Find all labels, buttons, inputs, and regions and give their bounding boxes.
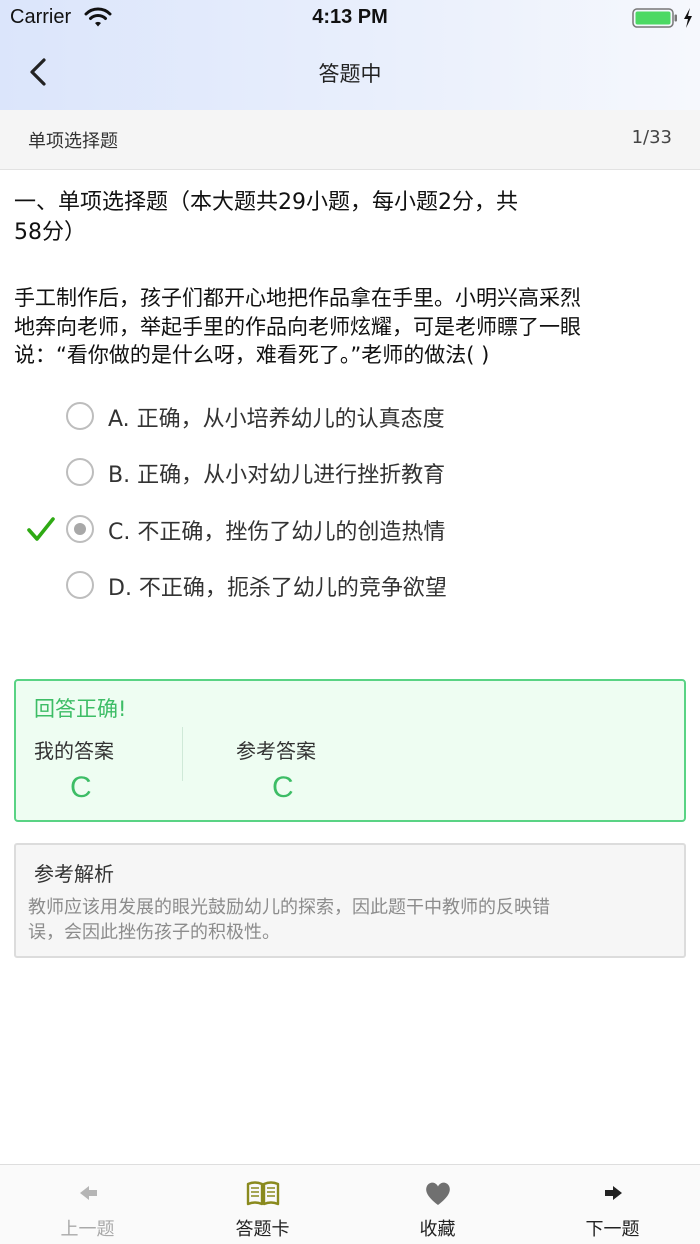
analysis-line: 教师应该用发展的眼光鼓励幼儿的探索，因此题干中教师的反映错 bbox=[28, 897, 550, 918]
tab-label: 收藏 bbox=[419, 1219, 456, 1240]
tab-label: 下一题 bbox=[585, 1219, 640, 1240]
arrow-right-icon bbox=[605, 1186, 622, 1200]
option-c[interactable]: C. 不正确，挫伤了幼儿的创造热情 bbox=[0, 504, 700, 554]
next-question-button[interactable]: 下一题 bbox=[525, 1165, 700, 1244]
stem-line: 地奔向老师，举起手里的作品向老师炫耀，可是老师瞟了一眼 bbox=[14, 314, 581, 339]
page-title: 答题中 bbox=[318, 62, 382, 86]
option-label: B. 正确，从小对幼儿进行挫折教育 bbox=[108, 463, 446, 488]
column-divider bbox=[182, 727, 183, 781]
option-label: C. 不正确，挫伤了幼儿的创造热情 bbox=[108, 520, 446, 545]
heading-line: 一、单项选择题（本大题共29小题，每小题2分，共 bbox=[14, 190, 518, 215]
radio-button[interactable] bbox=[66, 458, 94, 486]
radio-button[interactable] bbox=[66, 571, 94, 599]
question-type-label: 单项选择题 bbox=[28, 131, 118, 152]
arrow-left-icon bbox=[80, 1186, 97, 1200]
status-time: 4:13 PM bbox=[312, 6, 388, 28]
result-status: 回答正确! bbox=[34, 697, 127, 721]
favorite-button[interactable]: 收藏 bbox=[350, 1165, 525, 1244]
option-a[interactable]: A. 正确，从小培养幼儿的认真态度 bbox=[0, 391, 700, 441]
question-heading: 一、单项选择题（本大题共29小题，每小题2分，共 58分） bbox=[14, 188, 654, 248]
my-answer-label: 我的答案 bbox=[34, 739, 114, 763]
stem-line: 说：“看你做的是什么呀，难看死了。”老师的做法( ) bbox=[14, 343, 490, 367]
battery-icon bbox=[632, 8, 677, 28]
prev-question-button[interactable]: 上一题 bbox=[0, 1165, 175, 1244]
question-progress: 1/33 bbox=[631, 127, 672, 148]
question-stem: 手工制作后，孩子们都开心地把作品拿在手里。小明兴高采烈 地奔向老师，举起手里的作… bbox=[14, 284, 690, 370]
radio-button-selected[interactable] bbox=[66, 515, 94, 543]
answer-result-panel: 回答正确! 我的答案 C 参考答案 C bbox=[14, 679, 686, 822]
option-b[interactable]: B. 正确，从小对幼儿进行挫折教育 bbox=[0, 447, 700, 497]
tab-label: 答题卡 bbox=[235, 1219, 290, 1240]
stem-line: 手工制作后，孩子们都开心地把作品拿在手里。小明兴高采烈 bbox=[14, 286, 581, 310]
bottom-tab-bar: 上一题 答题卡 收藏 下一题 bbox=[0, 1164, 700, 1244]
charging-bolt-icon bbox=[684, 8, 692, 28]
analysis-line: 误，会因此挫伤孩子的积极性。 bbox=[28, 922, 280, 943]
radio-button[interactable] bbox=[66, 402, 94, 430]
analysis-text: 教师应该用发展的眼光鼓励幼儿的探索，因此题干中教师的反映错 误，会因此挫伤孩子的… bbox=[28, 895, 678, 945]
option-d[interactable]: D. 不正确，扼杀了幼儿的竞争欲望 bbox=[0, 560, 700, 610]
reference-answer-value: C bbox=[272, 771, 294, 804]
tab-label: 上一题 bbox=[60, 1219, 115, 1240]
heart-icon bbox=[426, 1182, 450, 1205]
section-header: 单项选择题 1/33 bbox=[0, 110, 700, 170]
status-bar: Carrier 4:13 PM bbox=[0, 0, 700, 36]
answer-card-button[interactable]: 答题卡 bbox=[175, 1165, 350, 1244]
reference-answer-label: 参考答案 bbox=[236, 739, 316, 763]
option-label: D. 不正确，扼杀了幼儿的竞争欲望 bbox=[108, 576, 447, 601]
my-answer-value: C bbox=[70, 771, 92, 804]
check-icon bbox=[27, 517, 55, 541]
top-header: Carrier 4:13 PM 答题中 bbox=[0, 0, 700, 110]
book-icon bbox=[246, 1181, 280, 1206]
option-label: A. 正确，从小培养幼儿的认真态度 bbox=[108, 407, 445, 432]
analysis-title: 参考解析 bbox=[34, 862, 114, 886]
heading-line: 58分） bbox=[14, 220, 86, 245]
nav-bar: 答题中 bbox=[0, 36, 700, 110]
analysis-panel: 参考解析 教师应该用发展的眼光鼓励幼儿的探索，因此题干中教师的反映错 误，会因此… bbox=[14, 843, 686, 958]
